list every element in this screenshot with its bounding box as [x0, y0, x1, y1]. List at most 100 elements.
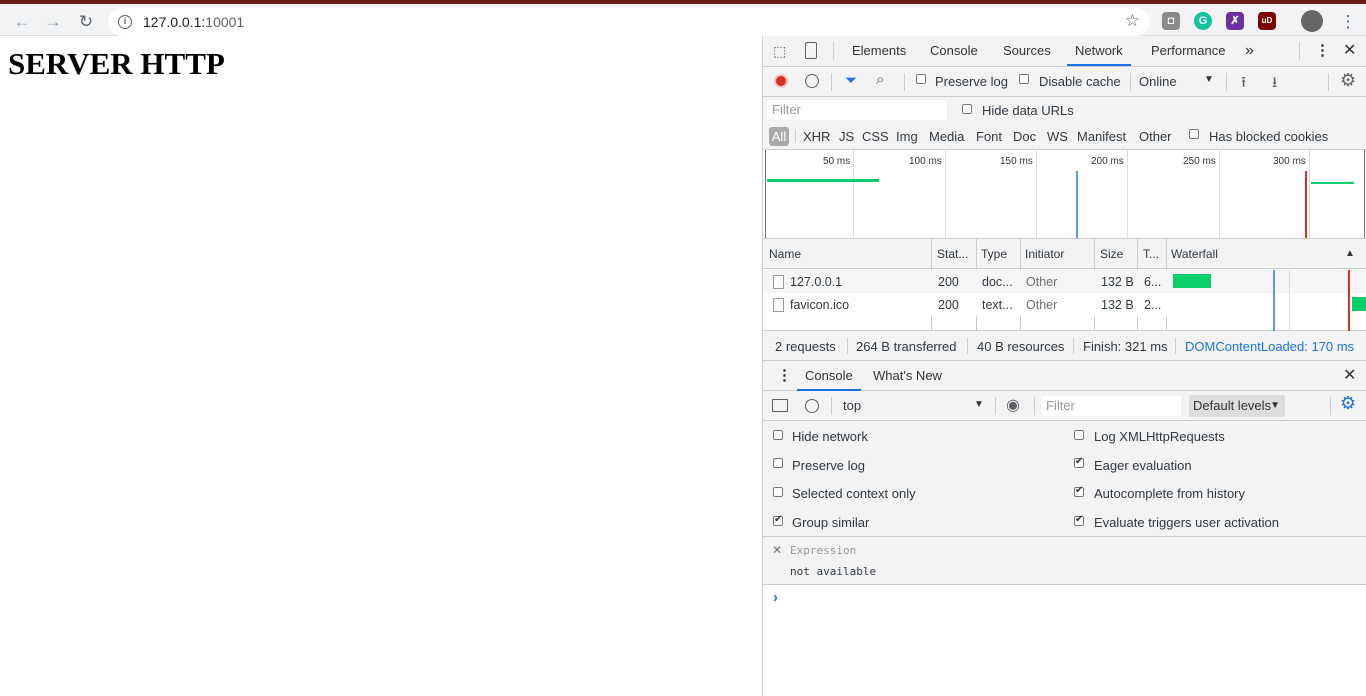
column-header-name[interactable]: Name	[769, 239, 801, 269]
eager-evaluation-checkbox[interactable]	[1074, 456, 1084, 468]
type-filter-css[interactable]: CSS	[862, 129, 889, 144]
selected-context-only-label: Selected context only	[792, 486, 916, 501]
preserve-log-checkbox[interactable]	[773, 458, 783, 468]
column-header-size[interactable]: Size	[1100, 239, 1123, 269]
type-filter-media[interactable]: Media	[929, 129, 964, 144]
expression-input[interactable]: Expression	[790, 544, 856, 557]
summary-transferred: 264 B transferred	[856, 339, 957, 354]
disable-cache-label: Disable cache	[1039, 74, 1121, 89]
devtools-menu-icon[interactable]: ⋮	[1315, 36, 1330, 66]
chevron-down-icon[interactable]: ▼	[974, 399, 984, 410]
search-icon[interactable]: ⌕	[876, 71, 884, 88]
waterfall-dcl-line	[1273, 270, 1275, 331]
clear-console-icon[interactable]	[805, 399, 819, 413]
drawer-tab-console[interactable]: Console	[797, 361, 861, 391]
document-icon	[773, 298, 784, 312]
type-filter-ws[interactable]: WS	[1047, 129, 1068, 144]
type-filter-font[interactable]: Font	[976, 129, 1002, 144]
preserve-log-checkbox[interactable]	[916, 74, 926, 84]
has-blocked-cookies-checkbox[interactable]	[1189, 129, 1199, 139]
disable-cache-checkbox[interactable]	[1019, 74, 1029, 84]
info-icon[interactable]: i	[118, 15, 132, 29]
reload-icon[interactable]: ↻	[74, 10, 98, 34]
type-filter-xhr[interactable]: XHR	[803, 129, 830, 144]
type-filter-other[interactable]: Other	[1139, 129, 1172, 144]
hide-network-checkbox[interactable]	[773, 430, 783, 440]
sidebar-toggle-icon[interactable]	[772, 399, 788, 412]
column-header-waterfall[interactable]: Waterfall	[1171, 239, 1218, 269]
ublock-extension-icon[interactable]: uD	[1258, 12, 1276, 30]
evaluate-triggers-user-activation-checkbox[interactable]	[1074, 514, 1084, 526]
forward-arrow-icon[interactable]: →	[41, 10, 65, 34]
record-button[interactable]	[774, 74, 788, 88]
console-settings-gear-icon[interactable]: ⚙	[1340, 393, 1356, 414]
type-filter-img[interactable]: Img	[896, 129, 918, 144]
request-size: 132 B	[1101, 298, 1134, 312]
column-header-time[interactable]: T...	[1143, 239, 1159, 269]
console-filter-input[interactable]: Filter	[1041, 396, 1181, 416]
export-har-icon[interactable]: ⭳	[1272, 72, 1277, 97]
autocomplete-from-history-checkbox[interactable]	[1074, 485, 1084, 497]
sort-ascending-icon[interactable]: ▲	[1345, 239, 1355, 269]
drawer-menu-icon[interactable]: ⋮	[777, 361, 792, 391]
console-settings-pane: Hide network Preserve log Selected conte…	[763, 421, 1366, 537]
browser-menu-icon[interactable]: ⋮	[1336, 10, 1360, 34]
hide-data-urls-checkbox[interactable]	[962, 104, 972, 114]
table-row[interactable]: 127.0.0.1 200 doc... Other 132 B 6...	[763, 270, 1366, 293]
filter-funnel-icon[interactable]: ⏷	[845, 72, 857, 89]
column-header-initiator[interactable]: Initiator	[1025, 239, 1064, 269]
more-tabs-icon[interactable]: »	[1245, 36, 1254, 66]
chevron-down-icon[interactable]: ▼	[1204, 74, 1214, 85]
request-table-header: Name Stat... Type Initiator Size T... Wa…	[763, 239, 1366, 269]
extension-x-icon[interactable]: ✗	[1226, 12, 1244, 30]
devtools-tabbar: ⬚ Elements Console Sources Network Perfo…	[763, 36, 1366, 67]
clear-icon[interactable]	[805, 74, 819, 88]
tab-console[interactable]: Console	[930, 36, 978, 66]
camera-extension-icon[interactable]: ◘	[1162, 12, 1180, 30]
close-devtools-icon[interactable]: ✕	[1343, 36, 1356, 66]
request-size: 132 B	[1101, 275, 1134, 289]
type-filter-bar: All XHR JS CSS Img Media Font Doc WS Man…	[763, 123, 1366, 150]
tab-sources[interactable]: Sources	[1003, 36, 1051, 66]
drawer-tab-whats-new[interactable]: What's New	[873, 361, 942, 391]
type-filter-manifest[interactable]: Manifest	[1077, 129, 1126, 144]
context-select[interactable]: top	[843, 398, 861, 413]
request-name[interactable]: favicon.ico	[790, 298, 849, 312]
type-filter-all[interactable]: All	[769, 127, 789, 146]
bookmark-star-icon[interactable]: ☆	[1125, 11, 1140, 31]
device-toolbar-icon[interactable]	[805, 42, 817, 59]
url-text[interactable]: 127.0.0.1:10001	[143, 14, 244, 30]
tab-network[interactable]: Network	[1067, 36, 1131, 66]
network-filter-input[interactable]: Filter	[767, 100, 947, 120]
selected-context-only-checkbox[interactable]	[773, 487, 783, 497]
close-drawer-icon[interactable]: ✕	[1343, 361, 1356, 391]
import-har-icon[interactable]: ⭱	[1241, 72, 1246, 97]
network-settings-gear-icon[interactable]: ⚙	[1340, 70, 1356, 91]
grammarly-extension-icon[interactable]: G	[1194, 12, 1212, 30]
log-levels-select[interactable]: Default levels ▼	[1189, 395, 1285, 417]
evaluate-triggers-user-activation-label: Evaluate triggers user activation	[1094, 515, 1279, 530]
request-status: 200	[938, 275, 959, 289]
live-expression-eye-icon[interactable]: ◉	[1006, 395, 1020, 415]
request-time: 2...	[1144, 298, 1162, 312]
network-overview-timeline[interactable]: 50 ms 100 ms 150 ms 200 ms 250 ms 300 ms	[763, 150, 1366, 239]
document-icon	[773, 275, 784, 289]
log-xmlhttprequests-checkbox[interactable]	[1074, 430, 1084, 440]
console-prompt-area[interactable]: ›	[763, 585, 1366, 696]
request-initiator: Other	[1026, 298, 1058, 312]
table-row[interactable]: favicon.ico 200 text... Other 132 B 2...	[763, 293, 1366, 316]
group-similar-checkbox[interactable]	[773, 514, 783, 526]
request-name[interactable]: 127.0.0.1	[790, 275, 842, 289]
type-filter-doc[interactable]: Doc	[1013, 129, 1036, 144]
column-header-status[interactable]: Stat...	[937, 239, 968, 269]
type-filter-js[interactable]: JS	[839, 129, 854, 144]
tab-elements[interactable]: Elements	[852, 36, 906, 66]
column-header-type[interactable]: Type	[981, 239, 1007, 269]
remove-expression-icon[interactable]: ✕	[772, 543, 782, 557]
throttling-select[interactable]: Online	[1139, 74, 1177, 89]
address-bar[interactable]: i 127.0.0.1:10001 ☆	[108, 8, 1150, 36]
profile-avatar[interactable]	[1301, 10, 1323, 32]
tab-performance[interactable]: Performance	[1151, 36, 1225, 66]
inspect-element-icon[interactable]: ⬚	[773, 43, 789, 59]
back-arrow-icon[interactable]: ←	[10, 10, 34, 34]
